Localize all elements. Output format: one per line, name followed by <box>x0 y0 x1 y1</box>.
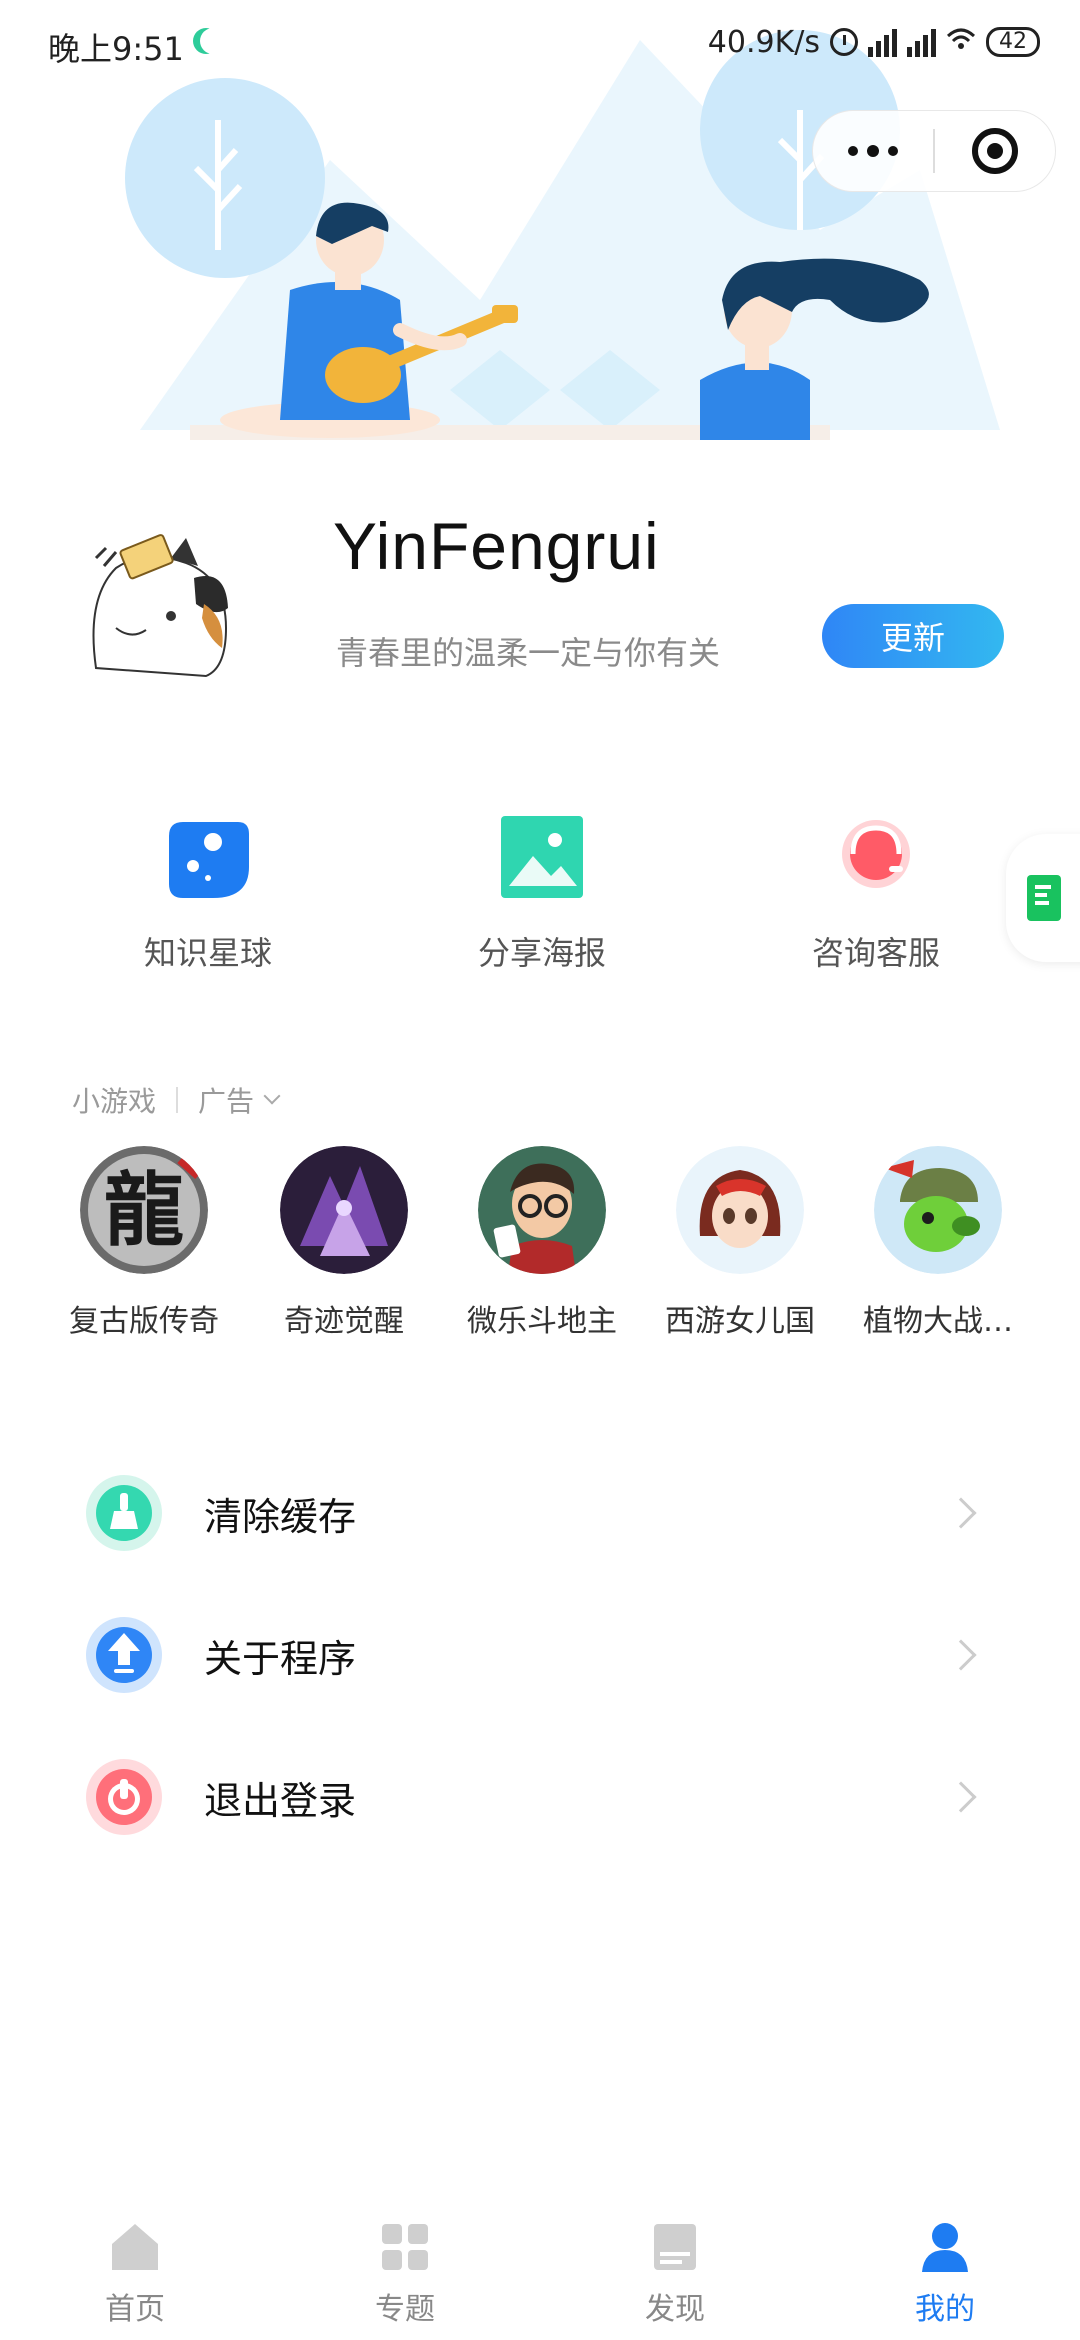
dot-icon <box>888 146 898 156</box>
grid-icon <box>382 2224 428 2270</box>
quick-action-label: 知识星球 <box>143 934 272 972</box>
mini-game-label: 西游女儿国 <box>665 1304 815 1339</box>
tab-label: 专题 <box>375 2292 435 2327</box>
chevron-right-icon <box>945 1781 977 1813</box>
game-xiyou-icon <box>676 1146 804 1274</box>
divider <box>176 1087 179 1113</box>
headset-icon <box>842 820 910 888</box>
target-circle-icon <box>972 128 1018 174</box>
document-icon <box>1027 875 1061 921</box>
mini-game-item[interactable]: 植物大战… <box>848 1146 1028 1340</box>
do-not-disturb-icon <box>200 28 226 54</box>
quick-action-label: 分享海报 <box>477 934 606 972</box>
quick-action-share-poster[interactable]: 分享海报 <box>422 812 662 982</box>
menu-item-about[interactable]: 关于程序 <box>0 1600 1080 1710</box>
tab-label: 我的 <box>915 2292 975 2327</box>
game-dragon-icon: 龍 <box>80 1146 208 1274</box>
menu-item-label: 关于程序 <box>204 1636 357 1681</box>
document-icon <box>654 2224 696 2270</box>
menu-item-label: 清除缓存 <box>204 1494 357 1539</box>
tab-home[interactable]: 首页 <box>0 2200 270 2340</box>
mini-game-item[interactable]: 奇迹觉醒 <box>254 1146 434 1340</box>
bottom-tab-bar: 首页 专题 发现 我的 <box>0 2200 1080 2340</box>
mini-game-label: 复古版传奇 <box>69 1304 219 1339</box>
mini-game-label: 植物大战… <box>863 1304 1013 1339</box>
mini-game-label: 奇迹觉醒 <box>284 1304 404 1339</box>
game-plants-icon <box>874 1146 1002 1274</box>
game-miracle-icon <box>280 1146 408 1274</box>
floating-side-tab[interactable] <box>1006 834 1080 962</box>
status-bar: 晚上9:51 40.9K/s 42 <box>0 0 1080 92</box>
battery-indicator: 42 <box>986 27 1040 57</box>
close-miniprogram-button[interactable] <box>935 110 1055 192</box>
miniprogram-capsule <box>812 110 1056 192</box>
tab-mine[interactable]: 我的 <box>810 2200 1080 2340</box>
status-time: 晚上9:51 <box>48 30 184 68</box>
planet-icon <box>169 822 249 898</box>
chevron-down-icon[interactable] <box>263 1087 281 1105</box>
tab-label: 首页 <box>105 2292 165 2327</box>
chevron-right-icon <box>945 1639 977 1671</box>
update-button[interactable]: 更新 <box>822 604 1004 668</box>
tab-topics[interactable]: 专题 <box>270 2200 540 2340</box>
more-options-button[interactable] <box>813 110 933 192</box>
menu-item-label: 退出登录 <box>204 1778 357 1823</box>
ad-label[interactable]: 广告 <box>198 1080 254 1120</box>
svg-text:龍: 龍 <box>104 1163 184 1257</box>
menu-item-logout[interactable]: 退出登录 <box>0 1742 1080 1852</box>
mini-game-label: 微乐斗地主 <box>467 1304 617 1339</box>
quick-action-customer-service[interactable]: 咨询客服 <box>756 812 996 982</box>
wifi-icon <box>946 24 976 60</box>
mini-game-item[interactable]: 微乐斗地主 <box>452 1146 632 1340</box>
status-indicators: 40.9K/s 42 <box>708 24 1040 60</box>
network-speed: 40.9K/s <box>707 24 820 60</box>
avatar[interactable] <box>76 508 246 678</box>
mini-game-item[interactable]: 龍 复古版传奇 <box>54 1146 234 1340</box>
signal-hd-icon <box>907 27 936 57</box>
user-icon <box>922 2223 968 2272</box>
menu-item-clear-cache[interactable]: 清除缓存 <box>0 1458 1080 1568</box>
profile-motto: 青春里的温柔一定与你有关 <box>336 634 721 672</box>
broom-icon <box>86 1475 162 1551</box>
tab-label: 发现 <box>645 2292 705 2327</box>
mini-games-header: 小游戏 广告 <box>72 1080 281 1120</box>
dot-icon <box>848 146 858 156</box>
upload-arrow-icon <box>86 1617 162 1693</box>
alarm-icon <box>830 28 858 56</box>
home-icon <box>112 2224 158 2270</box>
signal-icon <box>868 27 897 57</box>
game-landlord-icon <box>478 1146 606 1274</box>
mini-games-title: 小游戏 <box>72 1085 157 1118</box>
quick-action-label: 咨询客服 <box>811 934 940 972</box>
mini-game-item[interactable]: 西游女儿国 <box>650 1146 830 1340</box>
username: YinFengrui <box>333 509 660 583</box>
image-poster-icon <box>501 816 583 898</box>
tab-discover[interactable]: 发现 <box>540 2200 810 2340</box>
quick-action-knowledge-planet[interactable]: 知识星球 <box>88 812 328 982</box>
power-icon <box>86 1759 162 1835</box>
chevron-right-icon <box>945 1497 977 1529</box>
dot-icon <box>867 145 879 157</box>
